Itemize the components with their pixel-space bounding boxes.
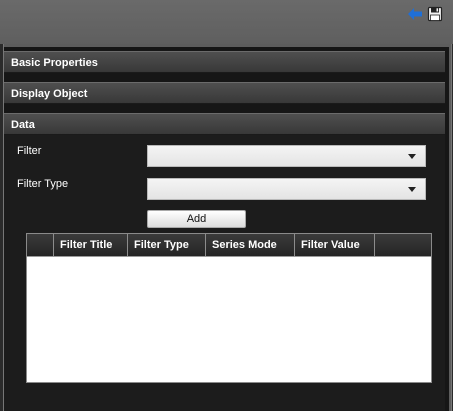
filter-type-select[interactable] [147, 178, 426, 200]
column-header-filter-title[interactable]: Filter Title [54, 234, 128, 256]
section-basic-properties[interactable]: Basic Properties [4, 51, 445, 73]
filter-label: Filter [17, 145, 42, 157]
filter-select[interactable] [147, 145, 426, 167]
column-header-series-mode[interactable]: Series Mode [206, 234, 295, 256]
filter-table: Filter Title Filter Type Series Mode Fil… [26, 233, 432, 383]
add-filter-button[interactable]: Add [147, 210, 246, 228]
chevron-down-icon [408, 187, 416, 192]
filter-type-label: Filter Type [17, 178, 69, 190]
section-display-object[interactable]: Display Object [4, 82, 445, 104]
column-header-filter-value[interactable]: Filter Value [295, 234, 375, 256]
back-arrow-icon[interactable] [407, 6, 423, 22]
filter-table-header: Filter Title Filter Type Series Mode Fil… [27, 234, 431, 257]
toolbar-icons [407, 6, 443, 22]
top-toolbar [0, 0, 453, 44]
filter-table-body [27, 257, 431, 382]
column-header-actions[interactable] [375, 234, 431, 256]
column-header-select[interactable] [27, 234, 54, 256]
save-disk-icon[interactable] [427, 6, 443, 22]
section-data[interactable]: Data [4, 113, 445, 135]
chevron-down-icon [408, 154, 416, 159]
column-header-filter-type[interactable]: Filter Type [128, 234, 206, 256]
